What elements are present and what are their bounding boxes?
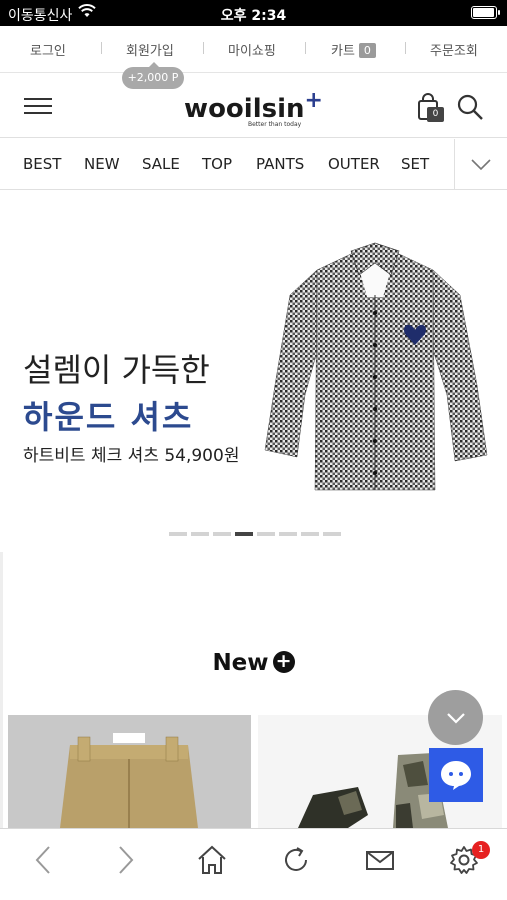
bag-count-badge: 0 [427, 107, 444, 122]
divider [405, 42, 406, 54]
back-icon[interactable] [34, 845, 52, 879]
chat-bubble-icon [441, 761, 471, 790]
refresh-icon[interactable] [281, 845, 311, 879]
page-dot[interactable] [301, 532, 319, 536]
forward-icon[interactable] [117, 845, 135, 879]
page-dot[interactable] [213, 532, 231, 536]
plus-circle-icon: + [272, 651, 295, 673]
page-dot[interactable] [323, 532, 341, 536]
page-dot[interactable] [279, 532, 297, 536]
browser-toolbar: 1 [0, 828, 507, 900]
search-icon[interactable] [457, 94, 483, 124]
houndstooth-shirt-image [264, 242, 488, 491]
divider [203, 42, 204, 54]
mail-icon[interactable] [365, 845, 395, 879]
mypage-link[interactable]: 마이쇼핑 [228, 40, 276, 59]
page-dot[interactable] [169, 532, 187, 536]
category-pants[interactable]: PANTS [256, 155, 304, 173]
login-link[interactable]: 로그인 [30, 40, 66, 59]
divider [305, 42, 306, 54]
hero-banner[interactable]: 설렘이 가득한 하운드 셔츠 하트비트 체크 셔츠 54,900원 [0, 190, 507, 550]
cart-count-badge: 0 [358, 43, 376, 58]
signup-points-tooltip: +2,000 P [122, 62, 184, 89]
notification-badge: 1 [472, 841, 490, 859]
cart-label: 카트 [331, 44, 355, 59]
clock: 오후 2:34 [220, 8, 287, 24]
logo-plus: + [304, 88, 323, 113]
category-outer[interactable]: OUTER [328, 155, 380, 173]
banner-product-price: 하트비트 체크 셔츠 54,900원 [23, 446, 240, 466]
home-icon[interactable] [197, 845, 227, 879]
chat-button[interactable] [429, 748, 483, 802]
divider [101, 42, 102, 54]
new-section-label: New [212, 650, 269, 676]
scroll-down-button[interactable] [428, 690, 483, 745]
category-best[interactable]: BEST [23, 155, 61, 173]
top-links-bar: 로그인 회원가입 마이쇼핑 카트 0 주문조회 [0, 26, 507, 73]
section-edge [0, 552, 3, 832]
banner-product-title: 하운드 셔츠 [23, 398, 194, 436]
chino-pants-image [8, 715, 251, 828]
category-new[interactable]: NEW [84, 155, 120, 173]
battery-icon [471, 6, 500, 19]
status-bar: 이동통신사 오후 2:34 [0, 0, 507, 26]
category-top[interactable]: TOP [202, 155, 232, 173]
orders-link[interactable]: 주문조회 [430, 40, 478, 59]
new-section-title[interactable]: New + [0, 650, 507, 676]
page-dot-active[interactable] [235, 532, 253, 536]
category-nav: BEST NEW SALE TOP PANTS OUTER SET [0, 139, 507, 190]
page-dot[interactable] [257, 532, 275, 536]
category-expand-button[interactable] [454, 139, 507, 190]
logo-tagline: Better than today [248, 121, 302, 128]
banner-headline: 설렘이 가득한 [23, 351, 210, 389]
chevron-down-icon [447, 713, 465, 724]
product-card-chinos[interactable] [8, 715, 251, 828]
logo-text: wooilsin [184, 94, 305, 124]
cart-link[interactable]: 카트 0 [331, 40, 376, 59]
category-sale[interactable]: SALE [142, 155, 180, 173]
site-header: wooilsin+ Better than today 0 [0, 74, 507, 138]
signup-link[interactable]: 회원가입 [126, 40, 174, 59]
chevron-down-icon [471, 159, 491, 171]
category-set[interactable]: SET [401, 155, 429, 173]
page-dot[interactable] [191, 532, 209, 536]
